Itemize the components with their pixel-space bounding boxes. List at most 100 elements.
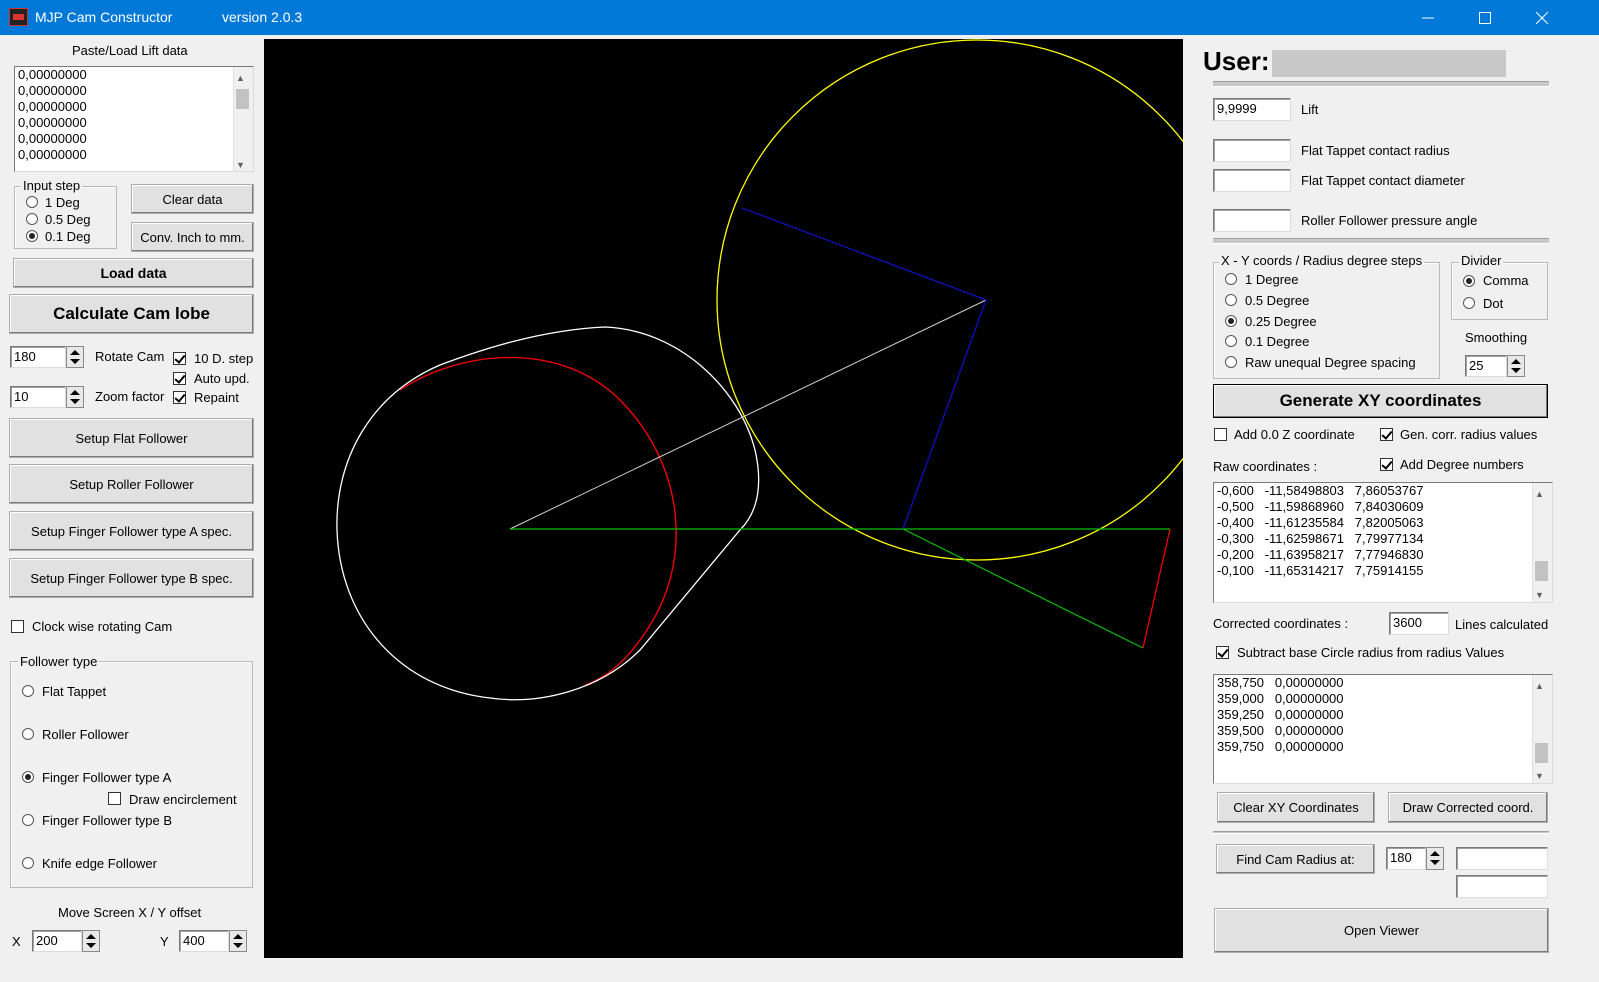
flat-tappet-radius-input[interactable] (1213, 139, 1291, 162)
find-radius-angle-input[interactable]: 180 (1386, 847, 1426, 870)
rotate-cam-spinner[interactable] (66, 346, 84, 368)
load-data-button[interactable]: Load data (13, 258, 254, 288)
scroll-up-icon[interactable]: ▲ (1535, 678, 1544, 694)
subtract-base-circle-label: Subtract base Circle radius from radius … (1237, 645, 1505, 660)
xy-1deg-label: 1 Degree (1245, 272, 1299, 287)
y-offset-spinner[interactable] (229, 930, 247, 952)
flat-tappet-radio[interactable] (22, 685, 34, 697)
repaint-checkbox[interactable] (173, 391, 186, 404)
corrected-coord-line[interactable]: 359,000 0,00000000 (1214, 691, 1552, 707)
find-cam-radius-button[interactable]: Find Cam Radius at: (1216, 844, 1375, 874)
lift-data-line[interactable]: 0,00000000 (15, 99, 253, 115)
scroll-up-icon[interactable]: ▲ (236, 70, 245, 86)
corrected-list-scrollbar[interactable]: ▲ ▼ (1532, 675, 1552, 783)
finger-b-radio[interactable] (22, 814, 34, 826)
title-bar: MJP Cam Constructor version 2.0.3 (0, 0, 1599, 35)
rotate-cam-input[interactable]: 180 (10, 346, 66, 368)
find-radius-spinner[interactable] (1426, 847, 1444, 870)
subtract-base-circle-checkbox[interactable] (1216, 646, 1229, 659)
ten-deg-step-checkbox[interactable] (173, 352, 186, 365)
corrected-coord-line[interactable]: 359,500 0,00000000 (1214, 723, 1552, 739)
xy-025deg-radio[interactable] (1225, 315, 1237, 327)
setup-finger-b-button[interactable]: Setup Finger Follower type B spec. (9, 558, 254, 598)
smoothing-spinner[interactable] (1507, 355, 1525, 377)
xy-1deg-radio[interactable] (1225, 273, 1237, 285)
draw-corrected-button[interactable]: Draw Corrected coord. (1388, 792, 1548, 823)
auto-update-checkbox[interactable] (173, 372, 186, 385)
corrected-coords-list[interactable]: 358,750 0,00000000 359,000 0,00000000 359,… (1213, 674, 1553, 784)
zoom-factor-input[interactable]: 10 (10, 386, 66, 408)
finger-a-radio[interactable] (22, 771, 34, 783)
scroll-up-icon[interactable]: ▲ (1535, 486, 1544, 502)
lift-list-scrollbar[interactable]: ▲ ▼ (233, 67, 253, 171)
roller-pressure-angle-input[interactable] (1213, 209, 1291, 232)
clockwise-checkbox[interactable] (11, 620, 24, 633)
scroll-down-icon[interactable]: ▼ (236, 157, 245, 171)
find-radius-result-1[interactable] (1456, 847, 1548, 870)
close-button[interactable] (1513, 0, 1571, 35)
x-offset-spinner[interactable] (82, 930, 100, 952)
roller-follower-radio[interactable] (22, 728, 34, 740)
step-1deg-radio[interactable] (26, 196, 38, 208)
lift-input[interactable]: 9,9999 (1213, 98, 1291, 121)
lift-data-list[interactable]: 0,00000000 0,00000000 0,00000000 0,00000000… (14, 66, 254, 172)
lift-data-line[interactable]: 0,00000000 (15, 147, 253, 163)
open-viewer-button[interactable]: Open Viewer (1214, 908, 1549, 953)
raw-coord-line[interactable]: -0,600 -11,58498803 7,86053767 (1214, 483, 1552, 499)
draw-encirclement-label: Draw encirclement (129, 792, 237, 807)
move-offset-label: Move Screen X / Y offset (58, 905, 202, 920)
corrected-coord-line[interactable]: 359,250 0,00000000 (1214, 707, 1552, 723)
maximize-button[interactable] (1456, 0, 1514, 35)
minimize-button[interactable] (1399, 0, 1457, 35)
knife-edge-radio[interactable] (22, 857, 34, 869)
scroll-down-icon[interactable]: ▼ (1535, 768, 1544, 783)
lift-data-line[interactable]: 0,00000000 (15, 67, 253, 83)
add-degree-label: Add Degree numbers (1400, 457, 1524, 472)
corrected-coord-line[interactable]: 359,750 0,00000000 (1214, 739, 1552, 755)
x-offset-input[interactable]: 200 (32, 930, 82, 952)
calculate-cam-button[interactable]: Calculate Cam lobe (9, 294, 254, 334)
gen-corr-radius-checkbox[interactable] (1380, 428, 1393, 441)
clear-xy-button[interactable]: Clear XY Coordinates (1217, 792, 1375, 823)
generate-xy-button[interactable]: Generate XY coordinates (1213, 384, 1548, 418)
xy-raw-radio[interactable] (1225, 356, 1237, 368)
draw-encirclement-checkbox[interactable] (108, 792, 121, 805)
find-radius-result-2[interactable] (1456, 875, 1548, 898)
raw-coord-line[interactable]: -0,100 -11,65314217 7,75914155 (1214, 563, 1552, 579)
raw-coords-list[interactable]: -0,600 -11,58498803 7,86053767 -0,500 -11… (1213, 482, 1553, 603)
xy-05deg-radio[interactable] (1225, 294, 1237, 306)
setup-roller-follower-button[interactable]: Setup Roller Follower (9, 464, 254, 504)
lift-data-line[interactable]: 0,00000000 (15, 115, 253, 131)
corrected-coord-line[interactable]: 358,750 0,00000000 (1214, 675, 1552, 691)
raw-coord-line[interactable]: -0,300 -11,62598671 7,79977134 (1214, 531, 1552, 547)
scroll-down-icon[interactable]: ▼ (1535, 587, 1544, 602)
xy-01deg-radio[interactable] (1225, 335, 1237, 347)
add-degree-checkbox[interactable] (1380, 458, 1393, 471)
lift-data-line[interactable]: 0,00000000 (15, 131, 253, 147)
step-01deg-radio[interactable] (26, 230, 38, 242)
scroll-thumb[interactable] (1535, 743, 1548, 763)
zoom-factor-spinner[interactable] (66, 386, 84, 408)
y-offset-input[interactable]: 400 (179, 930, 229, 952)
step-05deg-radio[interactable] (26, 213, 38, 225)
raw-list-scrollbar[interactable]: ▲ ▼ (1532, 483, 1552, 602)
cam-drawing-canvas[interactable] (264, 39, 1238, 958)
close-icon (1535, 11, 1549, 25)
divider-dot-radio[interactable] (1463, 297, 1475, 309)
add-00z-checkbox[interactable] (1214, 428, 1227, 441)
lift-data-line[interactable]: 0,00000000 (15, 83, 253, 99)
smoothing-input[interactable]: 25 (1465, 355, 1507, 377)
lines-calculated-input[interactable]: 3600 (1389, 612, 1449, 635)
setup-finger-a-button[interactable]: Setup Finger Follower type A spec. (9, 511, 254, 551)
raw-coord-line[interactable]: -0,500 -11,59868960 7,84030609 (1214, 499, 1552, 515)
raw-coord-line[interactable]: -0,400 -11,61235584 7,82005063 (1214, 515, 1552, 531)
flat-tappet-diameter-input[interactable] (1213, 169, 1291, 192)
raw-coord-line[interactable]: -0,200 -11,63958217 7,77946830 (1214, 547, 1552, 563)
convert-inch-button[interactable]: Conv. Inch to mm. (131, 222, 254, 252)
flat-tappet-radius-label: Flat Tappet contact radius (1301, 143, 1450, 158)
scroll-thumb[interactable] (1535, 561, 1548, 581)
setup-flat-follower-button[interactable]: Setup Flat Follower (9, 418, 254, 458)
divider-comma-radio[interactable] (1463, 275, 1475, 287)
clear-data-button[interactable]: Clear data (131, 184, 254, 214)
scroll-thumb[interactable] (236, 89, 249, 109)
